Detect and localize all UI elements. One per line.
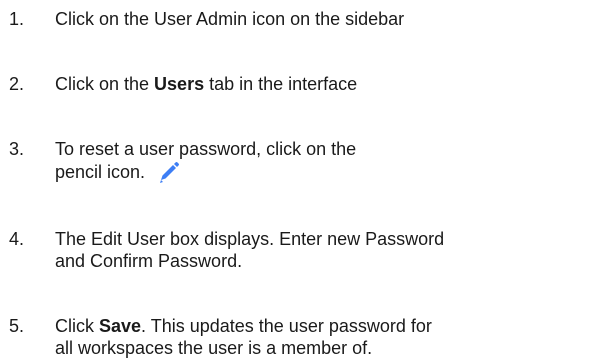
step-text-before: Click (55, 316, 99, 336)
step-text-line1: The Edit User box displays. Enter new Pa… (55, 229, 445, 249)
step-text: Click on the User Admin icon on the side… (55, 8, 595, 30)
step-number: 1. (9, 9, 25, 29)
pencil-icon (155, 160, 181, 191)
step-text-line2: and Confirm Password. (55, 251, 243, 271)
step-text-line1: To reset a user password, click on the (55, 139, 357, 159)
step-text-line2: all workspaces the user is a member of. (55, 338, 373, 358)
step-text-part: Click on the User Admin icon on the side… (55, 9, 405, 29)
step-text: The Edit User box displays. Enter new Pa… (55, 228, 595, 272)
step-text: Click Save. This updates the user passwo… (55, 315, 595, 359)
step-number: 2. (9, 74, 25, 94)
step-text-line2: pencil icon. (55, 162, 146, 182)
step-text: To reset a user password, click on the p… (55, 138, 595, 191)
step-number: 3. (9, 139, 25, 159)
step-number: 4. (9, 229, 25, 249)
step-number: 5. (9, 316, 25, 336)
step-text: Click on the Users tab in the interface (55, 73, 595, 95)
users-tab-label: Users (154, 74, 205, 94)
step-text-after: tab in the interface (204, 74, 358, 94)
step-text-before: Click on the (55, 74, 155, 94)
save-label: Save (99, 316, 142, 336)
step-text-after: . This updates the user password for (141, 316, 432, 336)
